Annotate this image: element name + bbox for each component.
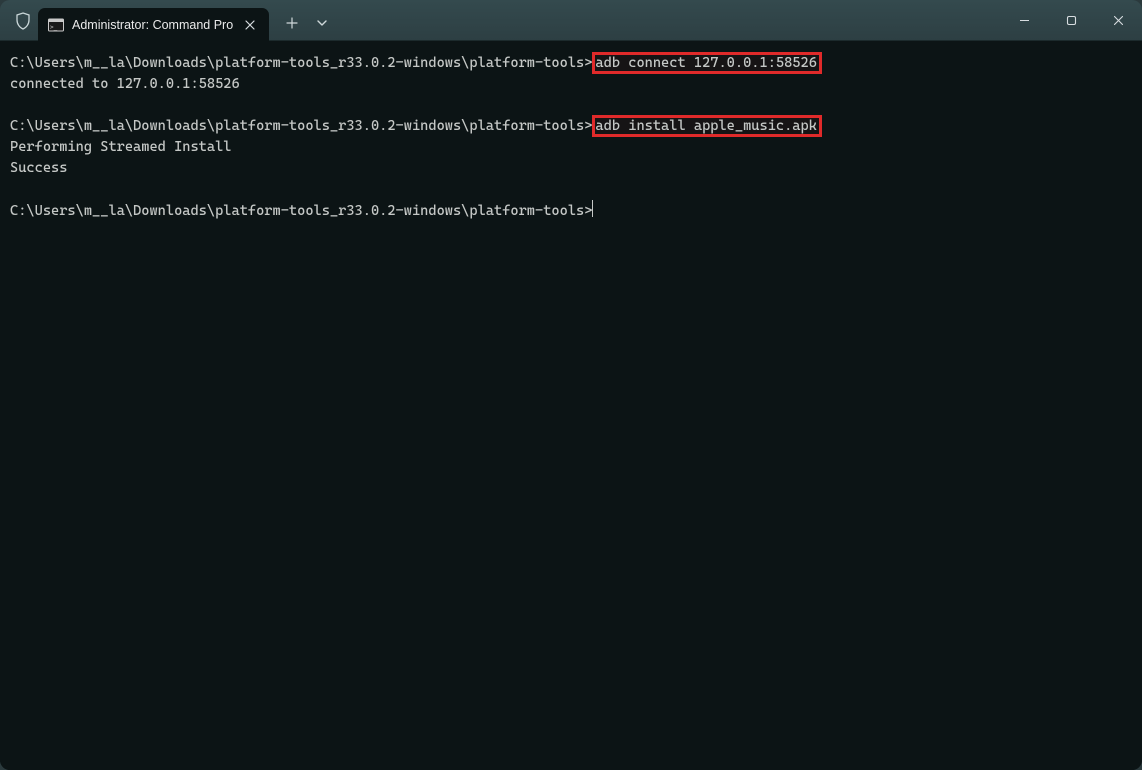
- new-tab-button[interactable]: [277, 8, 307, 38]
- tab-dropdown-button[interactable]: [309, 8, 335, 38]
- tab-close-button[interactable]: [241, 16, 259, 34]
- output-line: Performing Streamed Install: [10, 139, 231, 155]
- output-line: Success: [10, 160, 67, 176]
- tab-active[interactable]: >_ Administrator: Command Pro: [38, 8, 269, 41]
- svg-text:>_: >_: [50, 24, 58, 31]
- terminal-output: C:\Users\m__la\Downloads\platform-tools_…: [10, 53, 1132, 222]
- close-window-button[interactable]: [1095, 0, 1142, 40]
- cmd-highlight-2: adb install apple_music.apk: [592, 115, 821, 137]
- prompt: C:\Users\m__la\Downloads\platform-tools_…: [10, 203, 592, 219]
- cmd-highlight-1: adb connect 127.0.0.1:58526: [592, 52, 821, 74]
- cmd-icon: >_: [48, 17, 64, 33]
- terminal-body[interactable]: C:\Users\m__la\Downloads\platform-tools_…: [0, 41, 1142, 770]
- terminal-window: >_ Administrator: Command Pro: [0, 0, 1142, 770]
- minimize-button[interactable]: [1001, 0, 1048, 40]
- tab-title: Administrator: Command Pro: [72, 18, 233, 32]
- output-line: connected to 127.0.0.1:58526: [10, 76, 240, 92]
- window-controls: [1001, 0, 1142, 40]
- titlebar: >_ Administrator: Command Pro: [0, 0, 1142, 41]
- text-cursor: [592, 200, 593, 217]
- maximize-button[interactable]: [1048, 0, 1095, 40]
- shield-icon: [14, 12, 32, 30]
- prompt: C:\Users\m__la\Downloads\platform-tools_…: [10, 118, 592, 134]
- prompt: C:\Users\m__la\Downloads\platform-tools_…: [10, 55, 592, 71]
